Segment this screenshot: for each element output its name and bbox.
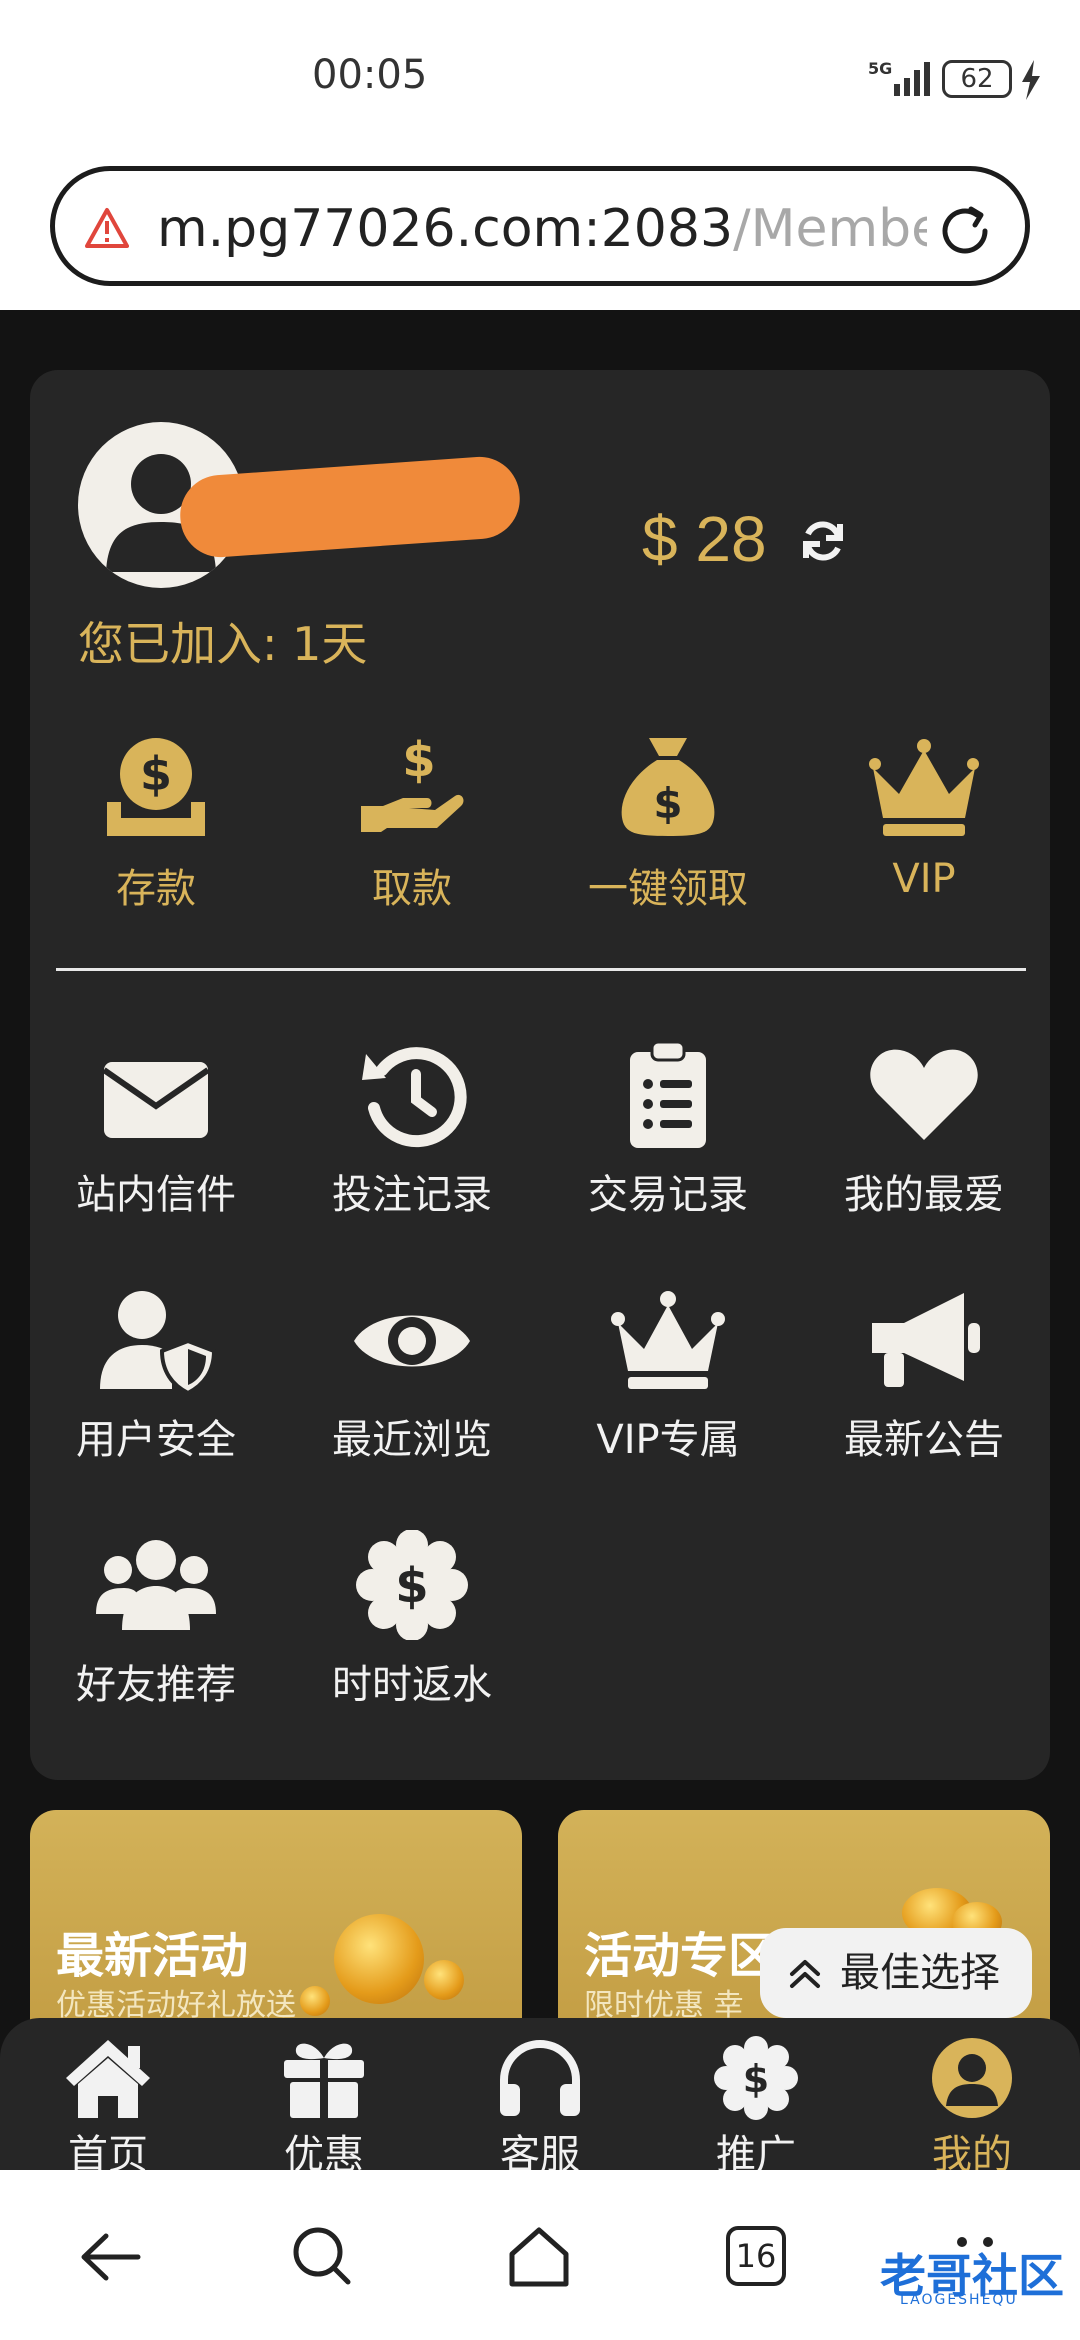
nav-promotions[interactable]: 优惠 — [249, 2036, 399, 2180]
chevrons-up-icon — [790, 1960, 820, 1988]
users-icon — [96, 1540, 216, 1630]
address-bar[interactable]: m.pg77026.com:2083/Membe — [50, 166, 1030, 286]
menu-label: 用户安全 — [76, 1417, 236, 1463]
menu-rebate[interactable]: $ 时时返水 — [297, 1530, 527, 1710]
charging-icon — [1022, 60, 1040, 100]
best-choice-button[interactable]: 最佳选择 — [760, 1928, 1032, 2018]
menu-transactions[interactable]: 交易记录 — [553, 1040, 783, 1220]
menu-refer-friends[interactable]: 好友推荐 — [41, 1530, 271, 1710]
menu-inbox[interactable]: 站内信件 — [41, 1040, 271, 1220]
deposit-label: 存款 — [116, 866, 196, 912]
user-shield-icon — [100, 1291, 216, 1395]
gift-icon — [284, 2043, 364, 2118]
battery-indicator: 62 — [942, 60, 1012, 98]
tab-count-button[interactable]: 16 — [726, 2226, 786, 2286]
promo-latest-activities[interactable]: 最新活动 优惠活动好礼放送 — [30, 1810, 522, 2050]
search-icon[interactable] — [288, 2222, 358, 2292]
watermark-subtitle: LAOGESHEQU — [900, 2292, 1018, 2308]
status-bar: 00:05 5G 62 — [0, 0, 1080, 160]
warning-icon[interactable] — [85, 207, 129, 249]
svg-text:$: $ — [402, 732, 435, 788]
menu-recently-viewed[interactable]: 最近浏览 — [297, 1285, 527, 1465]
menu-bet-history[interactable]: 投注记录 — [297, 1040, 527, 1220]
menu-label: 交易记录 — [588, 1172, 748, 1218]
menu-vip-exclusive[interactable]: VIP专属 — [553, 1285, 783, 1465]
svg-text:$: $ — [653, 779, 682, 828]
best-choice-label: 最佳选择 — [840, 1950, 1000, 1996]
signal-icon: 5G — [868, 59, 930, 96]
nav-referral[interactable]: $ 推广 — [681, 2036, 831, 2180]
eye-icon — [354, 1315, 470, 1367]
megaphone-icon — [872, 1293, 980, 1387]
refresh-balance-icon[interactable] — [800, 518, 846, 564]
coin-decoration — [334, 1914, 424, 2004]
user-icon — [932, 2038, 1012, 2118]
svg-text:$: $ — [395, 1558, 428, 1614]
dollar-badge-icon: $ — [356, 1530, 468, 1640]
browser-toolbar: m.pg77026.com:2083/Membe — [0, 160, 1080, 310]
money-bag-icon: $ — [621, 738, 715, 836]
svg-text:$: $ — [140, 747, 172, 801]
menu-label: 时时返水 — [332, 1662, 492, 1708]
vip-button[interactable]: VIP — [824, 732, 1024, 902]
envelope-icon — [102, 1062, 210, 1138]
deposit-button[interactable]: $ 存款 — [56, 732, 256, 914]
menu-label: VIP专属 — [596, 1417, 740, 1463]
svg-text:5G: 5G — [868, 59, 892, 78]
reload-icon[interactable] — [935, 201, 995, 261]
status-time: 00:05 — [312, 52, 428, 98]
coin-decoration — [300, 1986, 330, 2016]
vip-label: VIP — [892, 856, 956, 902]
menu-label: 投注记录 — [332, 1172, 492, 1218]
menu-label: 我的最爱 — [844, 1172, 1004, 1218]
coin-deposit-icon: $ — [107, 738, 205, 836]
bottom-nav: 首页 优惠 客服 $ 推广 我的 — [0, 2018, 1080, 2178]
nav-customer-service[interactable]: 客服 — [465, 2036, 615, 2180]
balance-amount: $ 28 — [642, 503, 767, 575]
withdraw-button[interactable]: $ 取款 — [312, 732, 512, 914]
clipboard-list-icon — [630, 1040, 706, 1148]
crown-icon — [869, 739, 979, 836]
headset-icon — [500, 2040, 580, 2116]
menu-label: 最近浏览 — [332, 1417, 492, 1463]
url-host: m.pg77026.com:2083 — [157, 199, 734, 259]
nav-mine[interactable]: 我的 — [897, 2036, 1047, 2180]
member-card: $ 28 您已加入: 1天 $ 存款 $ 取款 $ 一键领取 VIP 站内信件 … — [30, 370, 1050, 1780]
menu-label: 最新公告 — [844, 1417, 1004, 1463]
menu-announcements[interactable]: 最新公告 — [809, 1285, 1039, 1465]
hand-withdraw-icon: $ — [361, 732, 464, 832]
back-icon[interactable] — [76, 2222, 146, 2292]
divider — [56, 968, 1026, 971]
withdraw-label: 取款 — [372, 866, 452, 912]
history-icon — [362, 1047, 467, 1148]
coin-decoration — [424, 1960, 464, 2000]
browser-bottom-bar: 16 老哥社区 LAOGESHEQU — [0, 2170, 1080, 2340]
url-text[interactable]: m.pg77026.com:2083/Membe — [157, 199, 927, 259]
joined-days: 您已加入: 1天 — [78, 617, 368, 671]
nav-home[interactable]: 首页 — [33, 2036, 183, 2180]
home-icon — [66, 2040, 150, 2118]
watermark-logo: 老哥社区 LAOGESHEQU — [840, 2240, 1070, 2310]
promo-title: 活动专区 — [584, 1928, 777, 1984]
claim-all-label: 一键领取 — [588, 866, 748, 912]
crown-icon — [611, 1291, 725, 1389]
dollar-badge-icon: $ — [714, 2036, 798, 2120]
menu-label: 好友推荐 — [76, 1662, 236, 1708]
url-path: /Membe — [733, 199, 927, 259]
menu-favorites[interactable]: 我的最爱 — [809, 1040, 1039, 1220]
menu-user-security[interactable]: 用户安全 — [41, 1285, 271, 1465]
heart-icon — [870, 1049, 978, 1140]
claim-all-button[interactable]: $ 一键领取 — [568, 732, 768, 914]
menu-label: 站内信件 — [76, 1172, 236, 1218]
promo-title: 最新活动 — [56, 1928, 249, 1984]
svg-text:$: $ — [743, 2057, 769, 2101]
home-icon[interactable] — [504, 2222, 574, 2292]
